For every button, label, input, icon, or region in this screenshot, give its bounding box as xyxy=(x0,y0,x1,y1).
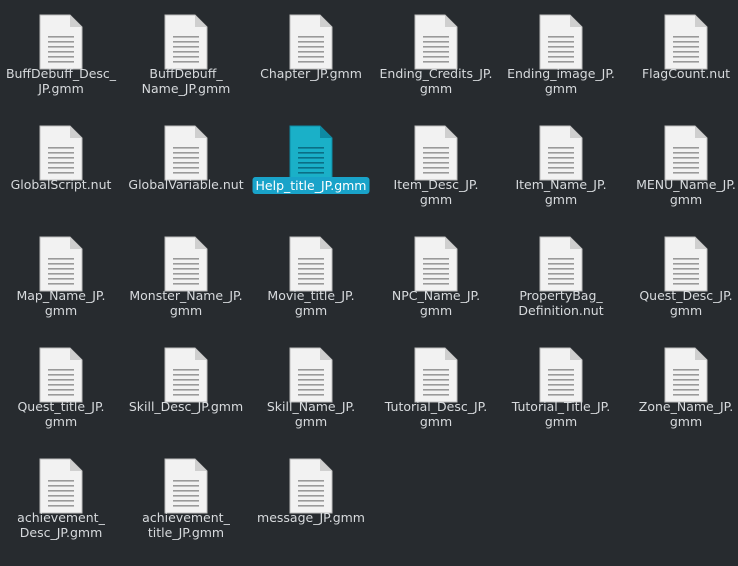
file-item[interactable]: BuffDebuff_ Name_JP.gmm xyxy=(124,2,248,110)
file-item[interactable]: Quest_title_JP. gmm xyxy=(0,335,123,443)
file-item[interactable]: Tutorial_Desc_JP. gmm xyxy=(374,335,498,443)
file-name-label: Movie_title_JP. gmm xyxy=(267,288,355,318)
file-item[interactable]: Map_Name_JP. gmm xyxy=(0,224,123,332)
file-name-label: Chapter_JP.gmm xyxy=(260,66,362,81)
text-document-icon xyxy=(164,347,208,403)
text-document-icon xyxy=(39,14,83,70)
text-document-icon xyxy=(664,347,708,403)
file-name-label: PropertyBag_ Definition.nut xyxy=(518,288,604,318)
text-document-icon xyxy=(539,236,583,292)
file-name-label: Skill_Desc_JP.gmm xyxy=(128,399,244,414)
text-document-icon xyxy=(289,347,333,403)
file-item[interactable]: Zone_Name_JP. gmm xyxy=(624,335,738,443)
file-item[interactable]: MENU_Name_JP. gmm xyxy=(624,113,738,221)
text-document-icon xyxy=(39,458,83,514)
file-item[interactable]: Item_Name_JP. gmm xyxy=(499,113,623,221)
file-name-label: MENU_Name_JP. gmm xyxy=(636,177,736,207)
text-document-icon xyxy=(414,125,458,181)
file-item[interactable]: Ending_Credits_JP. gmm xyxy=(374,2,498,110)
text-document-icon xyxy=(289,458,333,514)
text-document-icon xyxy=(539,14,583,70)
file-item[interactable]: message_JP.gmm xyxy=(249,446,373,554)
file-name-label: Tutorial_Title_JP. gmm xyxy=(511,399,611,429)
file-grid: BuffDebuff_Desc_ JP.gmm BuffDebuff_ Name… xyxy=(0,0,738,566)
file-name-label: Ending_image_JP. gmm xyxy=(507,66,615,96)
text-document-icon xyxy=(39,236,83,292)
file-name-label: Quest_title_JP. gmm xyxy=(17,399,105,429)
file-item[interactable]: Tutorial_Title_JP. gmm xyxy=(499,335,623,443)
file-name-label: message_JP.gmm xyxy=(257,510,365,525)
text-document-icon xyxy=(164,14,208,70)
file-item[interactable]: PropertyBag_ Definition.nut xyxy=(499,224,623,332)
file-item[interactable]: Ending_image_JP. gmm xyxy=(499,2,623,110)
file-item[interactable]: Quest_Desc_JP. gmm xyxy=(624,224,738,332)
file-name-label: Skill_Name_JP. gmm xyxy=(266,399,356,429)
file-name-label: Item_Desc_JP. gmm xyxy=(393,177,479,207)
file-item[interactable]: FlagCount.nut xyxy=(624,2,738,110)
text-document-icon xyxy=(664,236,708,292)
file-name-label: BuffDebuff_Desc_ JP.gmm xyxy=(5,66,117,96)
text-document-icon xyxy=(289,236,333,292)
text-document-icon xyxy=(289,14,333,70)
file-name-label: Quest_Desc_JP. gmm xyxy=(639,288,733,318)
text-document-icon xyxy=(414,236,458,292)
text-document-icon xyxy=(664,125,708,181)
text-document-icon xyxy=(164,458,208,514)
text-document-icon xyxy=(39,347,83,403)
file-name-label: Help_title_JP.gmm xyxy=(252,177,370,194)
file-name-label: Ending_Credits_JP. gmm xyxy=(379,66,493,96)
text-document-icon xyxy=(164,125,208,181)
file-item[interactable]: BuffDebuff_Desc_ JP.gmm xyxy=(0,2,123,110)
file-name-label: GlobalScript.nut xyxy=(10,177,112,192)
file-item[interactable]: Skill_Name_JP. gmm xyxy=(249,335,373,443)
file-name-label: Zone_Name_JP. gmm xyxy=(638,399,734,429)
file-name-label: achievement_ Desc_JP.gmm xyxy=(17,510,105,540)
text-document-icon xyxy=(664,14,708,70)
text-document-icon xyxy=(39,125,83,181)
file-item[interactable]: GlobalScript.nut xyxy=(0,113,123,221)
file-item[interactable]: Movie_title_JP. gmm xyxy=(249,224,373,332)
file-item[interactable]: GlobalVariable.nut xyxy=(124,113,248,221)
file-item[interactable]: achievement_ title_JP.gmm xyxy=(124,446,248,554)
file-name-label: Monster_Name_JP. gmm xyxy=(129,288,243,318)
text-document-icon xyxy=(164,236,208,292)
text-document-icon xyxy=(289,125,333,181)
file-name-label: achievement_ title_JP.gmm xyxy=(142,510,230,540)
file-name-label: Map_Name_JP. gmm xyxy=(16,288,106,318)
file-item[interactable]: Skill_Desc_JP.gmm xyxy=(124,335,248,443)
file-item[interactable]: achievement_ Desc_JP.gmm xyxy=(0,446,123,554)
text-document-icon xyxy=(414,347,458,403)
file-item[interactable]: Monster_Name_JP. gmm xyxy=(124,224,248,332)
text-document-icon xyxy=(539,125,583,181)
text-document-icon xyxy=(414,14,458,70)
text-document-icon xyxy=(539,347,583,403)
file-name-label: Item_Name_JP. gmm xyxy=(515,177,607,207)
file-name-label: NPC_Name_JP. gmm xyxy=(391,288,481,318)
file-name-label: BuffDebuff_ Name_JP.gmm xyxy=(141,66,231,96)
file-item[interactable]: NPC_Name_JP. gmm xyxy=(374,224,498,332)
file-name-label: FlagCount.nut xyxy=(641,66,731,81)
file-item[interactable]: Help_title_JP.gmm xyxy=(249,113,373,221)
file-name-label: Tutorial_Desc_JP. gmm xyxy=(384,399,488,429)
file-name-label: GlobalVariable.nut xyxy=(128,177,244,192)
file-item[interactable]: Item_Desc_JP. gmm xyxy=(374,113,498,221)
file-item[interactable]: Chapter_JP.gmm xyxy=(249,2,373,110)
